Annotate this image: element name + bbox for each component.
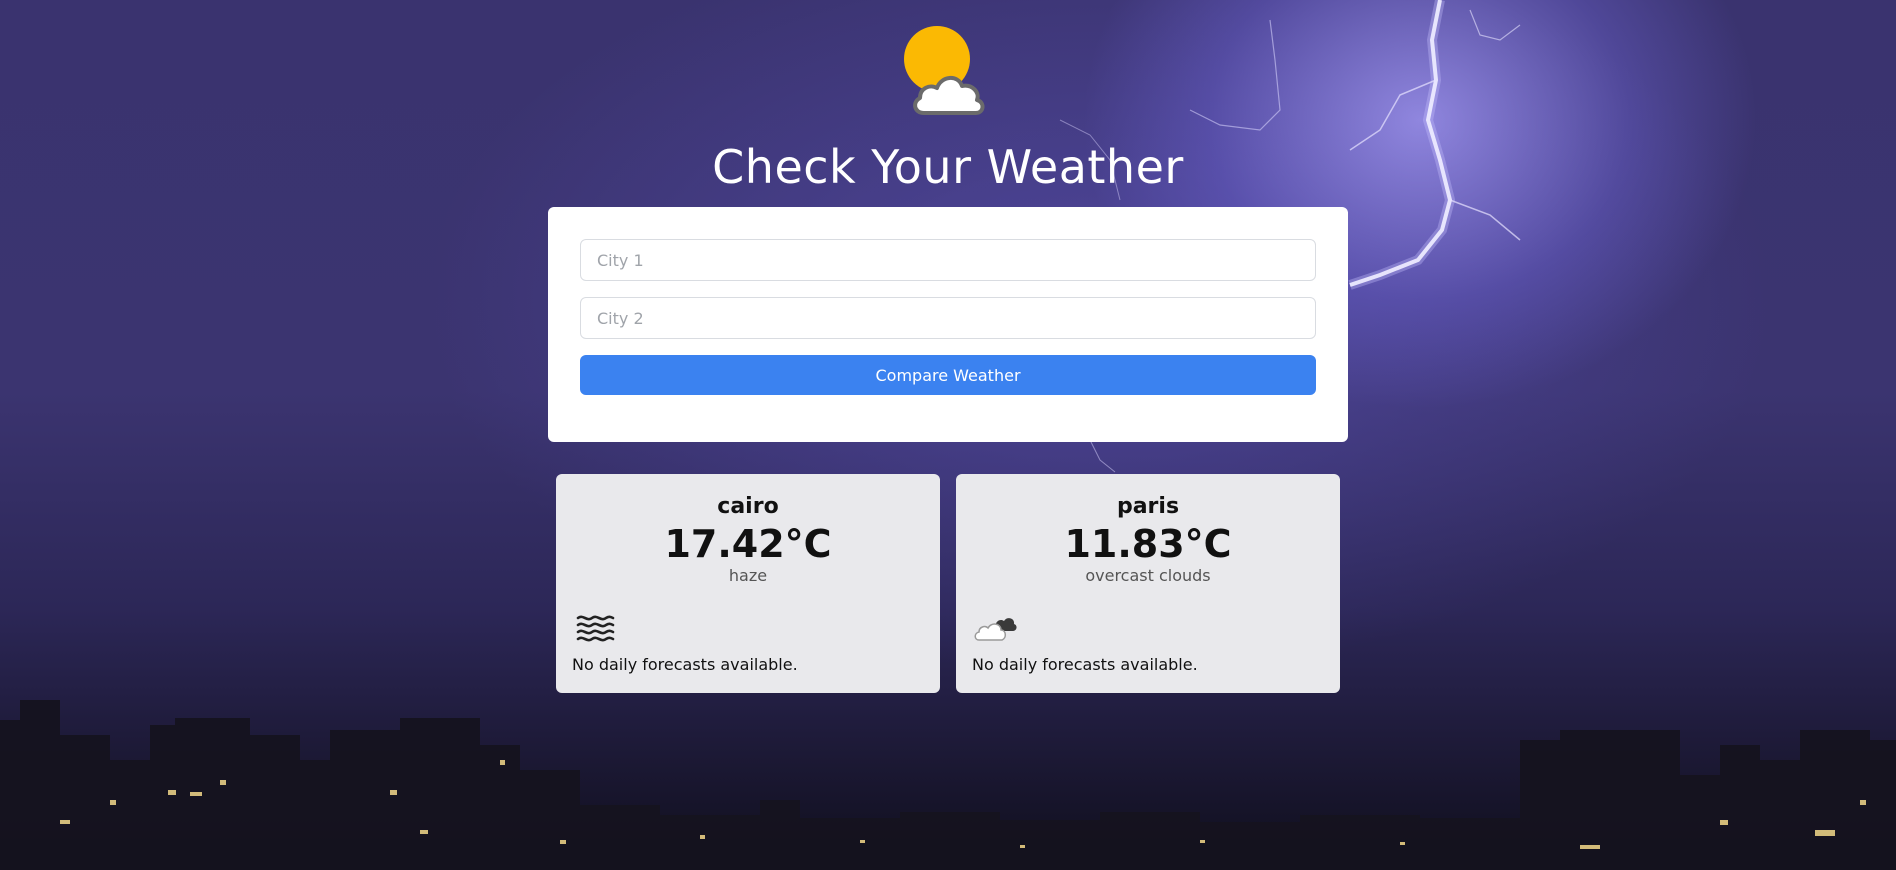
city-name: cairo: [717, 494, 779, 519]
temperature: 17.42°C: [664, 522, 832, 566]
weather-description: overcast clouds: [1085, 566, 1211, 585]
page-title: Check Your Weather: [712, 140, 1184, 194]
forecast-note: No daily forecasts available.: [572, 655, 798, 674]
city-name: paris: [1116, 494, 1180, 519]
city2-input[interactable]: [580, 297, 1316, 339]
weather-card-cairo: cairo 17.42°C haze No daily forecasts av…: [556, 474, 940, 693]
compare-form: Compare Weather: [548, 207, 1348, 442]
overcast-clouds-icon: [974, 618, 1017, 641]
haze-icon: [576, 615, 615, 642]
forecast-note: No daily forecasts available.: [972, 655, 1198, 674]
temperature: 11.83°C: [1064, 522, 1232, 566]
city1-input[interactable]: [580, 239, 1316, 281]
compare-weather-button[interactable]: Compare Weather: [580, 355, 1316, 395]
weather-card-paris: paris 11.83°C overcast clouds No daily f…: [956, 474, 1340, 693]
weather-description: haze: [728, 566, 768, 585]
sun-behind-cloud-icon: [904, 26, 985, 115]
